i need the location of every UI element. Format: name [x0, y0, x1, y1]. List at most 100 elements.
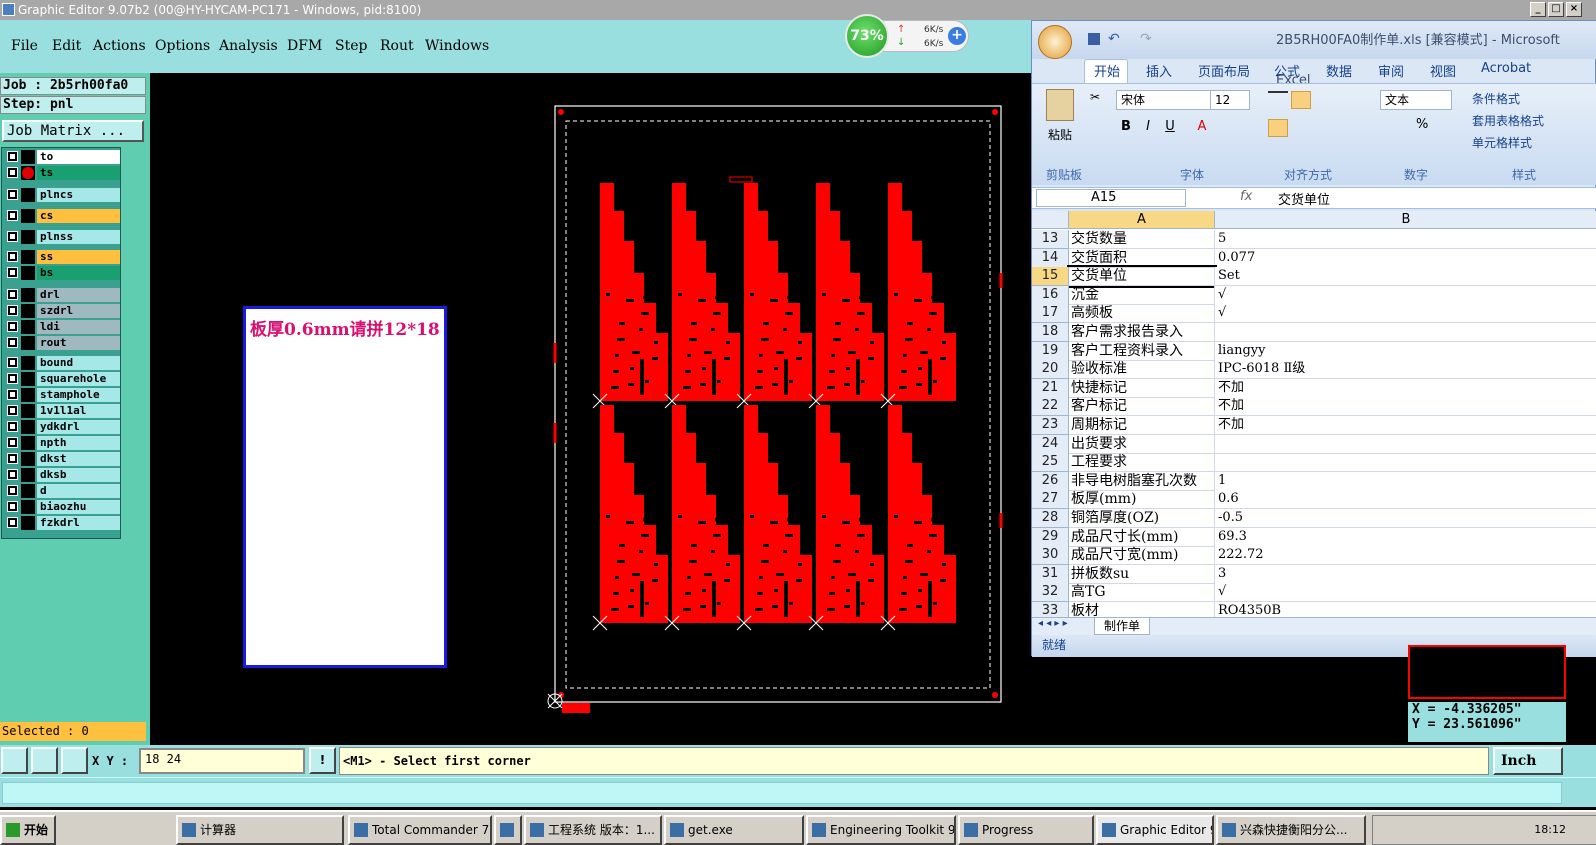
layer-checkbox[interactable] — [7, 210, 18, 221]
cell-a[interactable]: 板材 — [1069, 602, 1215, 617]
align-top-button[interactable] — [1268, 91, 1288, 109]
cell-b[interactable]: liangyy — [1215, 341, 1596, 361]
layer-checkbox[interactable] — [7, 267, 18, 278]
layer-checkbox[interactable] — [7, 469, 18, 480]
layer-row-cs[interactable]: cs — [5, 209, 120, 223]
menu-dfm[interactable]: DFM — [287, 38, 322, 54]
row-number[interactable]: 18 — [1032, 323, 1069, 342]
layer-row-squarehole[interactable]: squarehole — [5, 372, 120, 386]
menu-windows[interactable]: Windows — [425, 38, 489, 54]
cell-b[interactable] — [1215, 323, 1596, 342]
cell-b[interactable]: √ — [1215, 304, 1596, 324]
layer-row-plnss[interactable]: plnss — [5, 230, 120, 244]
row-number[interactable]: 21 — [1032, 378, 1069, 398]
layer-row-ts[interactable]: ts — [5, 166, 120, 180]
cell-a[interactable]: 拼板数su — [1069, 564, 1215, 584]
layer-checkbox[interactable] — [7, 501, 18, 512]
layer-name[interactable]: 1v1l1al — [37, 404, 120, 418]
layer-row-bs[interactable]: bs — [5, 266, 120, 280]
layer-name[interactable]: biaozhu — [37, 500, 120, 514]
cell-a[interactable]: 高频板 — [1069, 304, 1215, 324]
row-number[interactable]: 26 — [1032, 471, 1069, 491]
column-header-a[interactable]: A — [1069, 211, 1215, 229]
taskbar-item[interactable]: Progress — [958, 815, 1094, 845]
number-format-select[interactable]: 文本 — [1380, 90, 1452, 110]
layer-checkbox[interactable] — [7, 289, 18, 300]
cell-b[interactable]: 不加 — [1215, 378, 1596, 398]
taskbar-item[interactable]: 计算器 — [176, 815, 344, 845]
layer-name[interactable]: plnss — [37, 230, 120, 244]
layer-name[interactable]: bound — [37, 356, 120, 370]
cell-style-button[interactable]: 单元格样式 — [1472, 134, 1532, 151]
paste-icon[interactable] — [1046, 89, 1074, 121]
font-size-select[interactable]: 12 — [1210, 90, 1250, 110]
row-number[interactable]: 22 — [1032, 397, 1069, 417]
layer-checkbox[interactable] — [7, 421, 18, 432]
layer-checkbox[interactable] — [7, 167, 18, 178]
layer-name[interactable]: ldi — [37, 320, 120, 334]
layer-checkbox[interactable] — [7, 337, 18, 348]
tab-insert[interactable]: 插入 — [1146, 61, 1172, 80]
row-number[interactable]: 27 — [1032, 490, 1069, 510]
row-number[interactable]: 24 — [1032, 434, 1069, 454]
menu-actions[interactable]: Actions — [93, 38, 146, 54]
layer-row-1v1l1al[interactable]: 1v1l1al — [5, 404, 120, 418]
cell-a[interactable]: 出货要求 — [1069, 434, 1215, 454]
cell-a[interactable]: 交货面积 — [1069, 248, 1215, 268]
close-button[interactable]: × — [1566, 2, 1582, 17]
tab-home[interactable]: 开始 — [1094, 61, 1120, 80]
row-number[interactable]: 13 — [1032, 230, 1069, 249]
cell-b[interactable]: 222.72 — [1215, 546, 1596, 566]
layer-name[interactable]: ss — [37, 250, 120, 264]
layer-name[interactable]: ydkdrl — [37, 420, 120, 434]
row-number[interactable]: 25 — [1032, 453, 1069, 473]
layer-name[interactable]: szdrl — [37, 304, 120, 318]
plus-icon[interactable]: + — [948, 27, 966, 45]
taskbar-item[interactable] — [494, 815, 522, 845]
layer-row-szdrl[interactable]: szdrl — [5, 304, 120, 318]
start-button[interactable]: 开始 — [0, 815, 56, 845]
alert-button[interactable]: ! — [309, 747, 336, 774]
layer-name[interactable]: ts — [37, 166, 120, 180]
cell-a[interactable]: 成品尺寸宽(mm) — [1069, 546, 1215, 566]
layer-checkbox[interactable] — [7, 251, 18, 262]
layer-name[interactable]: stamphole — [37, 388, 120, 402]
row-number[interactable]: 32 — [1032, 583, 1069, 603]
formula-input[interactable]: 交货单位 — [1278, 189, 1330, 208]
cell-b[interactable]: 3 — [1215, 564, 1596, 584]
tab-page-layout[interactable]: 页面布局 — [1198, 61, 1250, 80]
row-number[interactable]: 20 — [1032, 360, 1069, 380]
tab-acrobat[interactable]: Acrobat — [1481, 61, 1531, 76]
menu-analysis[interactable]: Analysis — [219, 38, 278, 54]
layer-checkbox[interactable] — [7, 189, 18, 200]
cell-a[interactable]: 铜箔厚度(OZ) — [1069, 509, 1215, 528]
taskbar-item[interactable]: Engineering Toolkit 9... — [806, 815, 956, 845]
cell-b[interactable]: 不加 — [1215, 416, 1596, 435]
layer-name[interactable]: squarehole — [37, 372, 120, 386]
minimize-button[interactable]: _ — [1530, 2, 1546, 17]
cell-b[interactable]: -0.5 — [1215, 509, 1596, 528]
layer-row-stamphole[interactable]: stamphole — [5, 388, 120, 402]
layer-row-dkst[interactable]: dkst — [5, 452, 120, 466]
row-number[interactable]: 15 — [1032, 267, 1069, 287]
layer-name[interactable]: cs — [37, 209, 120, 223]
conditional-format-button[interactable]: 条件格式 — [1472, 90, 1520, 107]
layer-name[interactable]: npth — [37, 436, 120, 450]
layer-name[interactable]: dksb — [37, 468, 120, 482]
layer-name[interactable]: drl — [37, 288, 120, 302]
excel-window[interactable]: ↶ ↷ 2B5RH00FA0制作单.xls [兼容模式] - Microsoft… — [1031, 19, 1596, 657]
layer-row-dksb[interactable]: dksb — [5, 468, 120, 482]
layer-row-bound[interactable]: bound — [5, 356, 120, 370]
layer-name[interactable]: to — [37, 150, 120, 164]
cell-a[interactable]: 快捷标记 — [1069, 378, 1215, 398]
row-number[interactable]: 29 — [1032, 527, 1069, 547]
mini-map[interactable] — [1408, 645, 1566, 699]
row-number[interactable]: 30 — [1032, 546, 1069, 566]
layer-name[interactable]: dkst — [37, 452, 120, 466]
tab-data[interactable]: 数据 — [1326, 61, 1352, 80]
menu-step[interactable]: Step — [335, 38, 367, 54]
redo-icon[interactable]: ↷ — [1140, 19, 1152, 59]
layer-checkbox[interactable] — [7, 405, 18, 416]
layer-name[interactable]: fzkdrl — [37, 516, 120, 530]
italic-button[interactable]: I — [1138, 117, 1158, 137]
